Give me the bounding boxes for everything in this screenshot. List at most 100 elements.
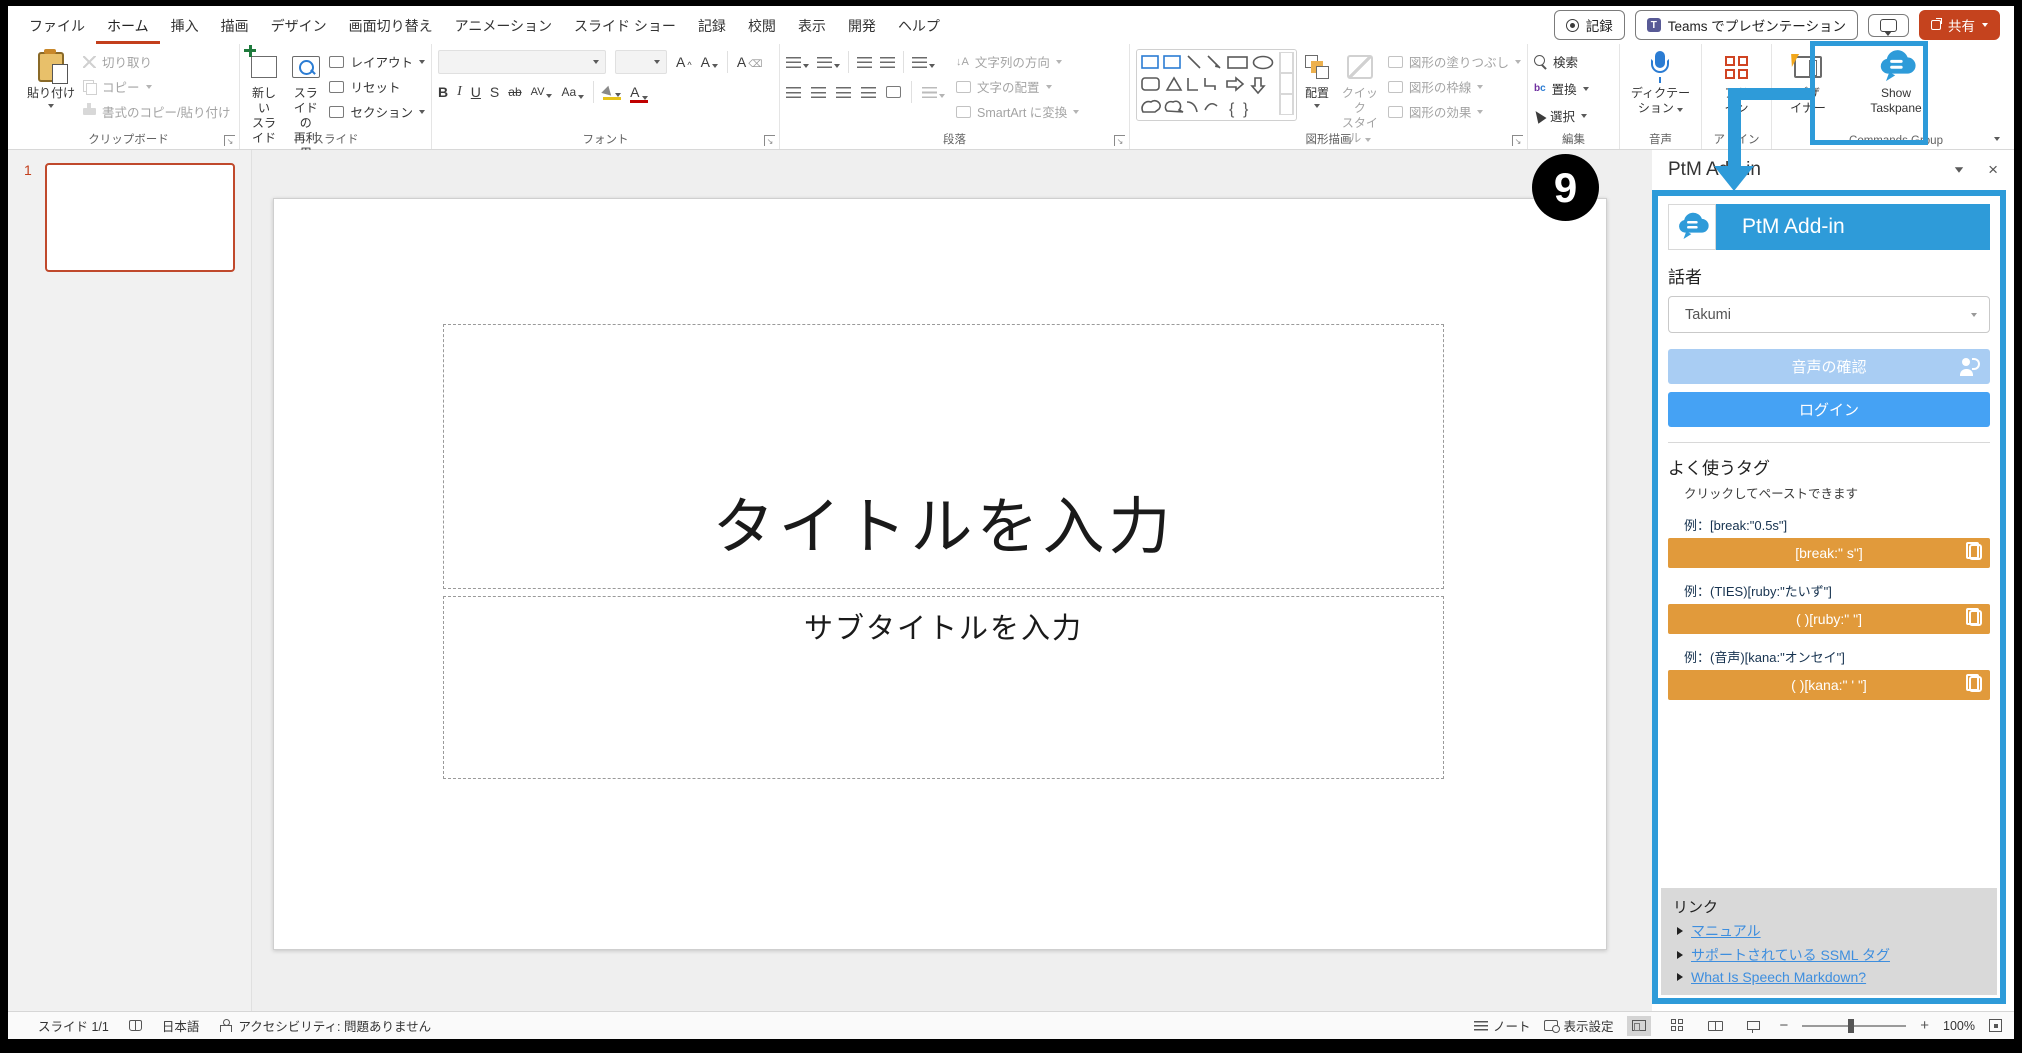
record-button[interactable]: 記録 bbox=[1554, 10, 1625, 40]
align-text-button[interactable]: 文字の配置 bbox=[956, 77, 1079, 96]
login-button[interactable]: ログイン bbox=[1668, 392, 1990, 427]
title-placeholder[interactable]: タイトルを入力 bbox=[443, 324, 1444, 589]
tab-animations[interactable]: アニメーション bbox=[444, 7, 563, 44]
font-size-select[interactable] bbox=[615, 50, 667, 74]
line-spacing-button[interactable] bbox=[912, 57, 935, 68]
slideshow-button[interactable] bbox=[1741, 1016, 1765, 1036]
tag-kana-button[interactable]: ( )[kana:" ' "] bbox=[1668, 670, 1990, 700]
dictate-button[interactable]: ディクテー ション bbox=[1628, 49, 1693, 118]
slide-sorter-view-button[interactable] bbox=[1665, 1016, 1689, 1036]
reset-button[interactable]: リセット bbox=[329, 77, 425, 96]
speaker-select[interactable]: Takumi bbox=[1668, 296, 1990, 333]
dialog-launcher-icon[interactable]: ↘ bbox=[224, 135, 235, 146]
shrink-font-button[interactable]: A bbox=[701, 54, 718, 70]
slide-canvas[interactable]: タイトルを入力 サブタイトルを入力 bbox=[273, 198, 1607, 950]
clear-formatting-button[interactable]: A⌫ bbox=[737, 54, 762, 70]
tab-slideshow[interactable]: スライド ショー bbox=[563, 7, 687, 44]
text-direction-button[interactable]: ↓A文字列の方向 bbox=[956, 52, 1079, 71]
language-indicator[interactable]: 日本語 bbox=[162, 1016, 200, 1035]
decrease-indent-button[interactable] bbox=[857, 57, 872, 68]
shape-outline-button[interactable]: 図形の枠線 bbox=[1388, 77, 1521, 96]
link-speech-markdown[interactable]: What Is Speech Markdown? bbox=[1677, 969, 1985, 985]
check-voice-button[interactable]: 音声の確認 bbox=[1668, 349, 1990, 384]
zoom-slider-handle[interactable] bbox=[1848, 1019, 1854, 1033]
tab-design[interactable]: デザイン bbox=[260, 7, 338, 44]
gallery-more-button[interactable] bbox=[1279, 94, 1294, 115]
taskpane-options-icon[interactable] bbox=[1955, 167, 1963, 173]
gallery-up-button[interactable] bbox=[1279, 52, 1294, 73]
link-manual[interactable]: マニュアル bbox=[1677, 921, 1985, 941]
align-right-button[interactable] bbox=[836, 87, 851, 98]
zoom-slider[interactable] bbox=[1802, 1025, 1906, 1027]
gallery-down-button[interactable] bbox=[1279, 73, 1294, 94]
normal-view-button[interactable] bbox=[1627, 1016, 1651, 1036]
bold-button[interactable]: B bbox=[438, 84, 448, 100]
tab-transitions[interactable]: 画面切り替え bbox=[338, 7, 444, 44]
distribute-button[interactable] bbox=[886, 86, 901, 98]
numbering-button[interactable] bbox=[817, 57, 840, 68]
shape-effects-button[interactable]: 図形の効果 bbox=[1388, 102, 1521, 121]
tab-view[interactable]: 表示 bbox=[787, 7, 837, 44]
character-spacing-button[interactable]: AV bbox=[531, 86, 553, 98]
spelling-book-icon[interactable] bbox=[129, 1020, 142, 1031]
change-case-button[interactable]: Aa bbox=[561, 85, 584, 99]
display-settings-button[interactable]: 表示設定 bbox=[1544, 1016, 1613, 1035]
subtitle-placeholder[interactable]: サブタイトルを入力 bbox=[443, 596, 1444, 779]
present-in-teams-button[interactable]: TTeams でプレゼンテーション bbox=[1635, 10, 1858, 40]
grow-font-button[interactable]: A^ bbox=[676, 54, 692, 70]
tab-draw[interactable]: 描画 bbox=[210, 7, 260, 44]
tab-review[interactable]: 校閲 bbox=[737, 7, 787, 44]
collapse-ribbon-icon[interactable] bbox=[1994, 137, 2000, 141]
notes-button[interactable]: ノート bbox=[1474, 1016, 1531, 1035]
highlight-color-button[interactable] bbox=[603, 88, 621, 97]
convert-smartart-button[interactable]: SmartArt に変換 bbox=[956, 102, 1079, 121]
strikethrough-button[interactable]: ab bbox=[508, 85, 521, 99]
dialog-launcher-icon[interactable]: ↘ bbox=[1114, 135, 1125, 146]
shape-gallery[interactable]: { } bbox=[1136, 49, 1297, 121]
italic-button[interactable]: I bbox=[457, 84, 462, 100]
zoom-level[interactable]: 100% bbox=[1943, 1019, 1975, 1033]
tag-ruby-button[interactable]: ( )[ruby:" "] bbox=[1668, 604, 1990, 634]
select-button[interactable]: 選択 bbox=[1534, 106, 1589, 125]
dialog-launcher-icon[interactable]: ↘ bbox=[1512, 135, 1523, 146]
copy-button[interactable]: コピー bbox=[83, 77, 230, 96]
zoom-in-button[interactable]: + bbox=[1920, 1017, 1929, 1034]
layout-button[interactable]: レイアウト bbox=[329, 52, 425, 71]
tab-record[interactable]: 記録 bbox=[687, 7, 737, 44]
comments-button[interactable] bbox=[1868, 14, 1909, 37]
format-painter-button[interactable]: 書式のコピー/貼り付け bbox=[83, 102, 230, 121]
align-text-icon bbox=[956, 81, 971, 93]
reading-view-button[interactable] bbox=[1703, 1016, 1727, 1036]
zoom-out-button[interactable]: − bbox=[1779, 1017, 1788, 1034]
underline-button[interactable]: U bbox=[471, 84, 481, 100]
replace-button[interactable]: bc置換 bbox=[1534, 79, 1589, 98]
cut-button[interactable]: 切り取り bbox=[83, 52, 230, 71]
slide-thumbnail[interactable] bbox=[45, 163, 235, 272]
tag-break-button[interactable]: [break:" s"] bbox=[1668, 538, 1990, 568]
fit-to-window-icon[interactable] bbox=[1989, 1019, 2002, 1032]
bullets-button[interactable] bbox=[786, 57, 809, 68]
tab-home[interactable]: ホーム bbox=[96, 7, 160, 44]
tab-insert[interactable]: 挿入 bbox=[160, 7, 210, 44]
tab-developer[interactable]: 開発 bbox=[837, 7, 887, 44]
accessibility-status[interactable]: アクセシビリティ: 問題ありません bbox=[219, 1016, 431, 1035]
align-left-button[interactable] bbox=[786, 87, 801, 98]
arrange-button[interactable]: 配置 bbox=[1302, 49, 1332, 110]
increase-indent-button[interactable] bbox=[880, 57, 895, 68]
tab-file[interactable]: ファイル bbox=[18, 7, 96, 44]
text-shadow-button[interactable]: S bbox=[490, 84, 499, 100]
justify-button[interactable] bbox=[861, 87, 876, 98]
font-name-select[interactable] bbox=[438, 50, 606, 74]
share-button[interactable]: 共有 bbox=[1919, 10, 2000, 40]
dialog-launcher-icon[interactable]: ↘ bbox=[764, 135, 775, 146]
font-color-button[interactable]: A bbox=[630, 84, 647, 100]
shape-fill-button[interactable]: 図形の塗りつぶし bbox=[1388, 52, 1521, 71]
paste-button[interactable]: 貼り付け bbox=[24, 49, 78, 110]
link-ssml-tags[interactable]: サポートされている SSML タグ bbox=[1677, 945, 1985, 965]
find-button[interactable]: 検索 bbox=[1534, 52, 1589, 71]
columns-button[interactable] bbox=[922, 87, 945, 98]
tab-help[interactable]: ヘルプ bbox=[887, 7, 951, 44]
taskpane-close-icon[interactable]: × bbox=[1988, 160, 1998, 180]
align-center-button[interactable] bbox=[811, 87, 826, 98]
section-button[interactable]: セクション bbox=[329, 102, 425, 121]
